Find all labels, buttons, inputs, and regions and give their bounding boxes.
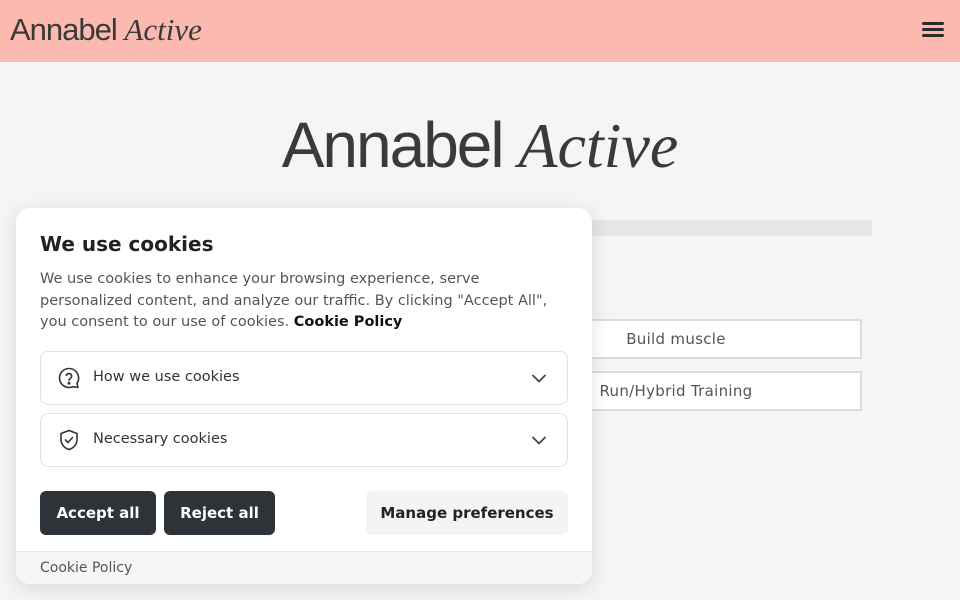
shield-check-icon [60, 429, 78, 451]
chevron-down-icon [532, 374, 546, 383]
footer-cookie-policy-link[interactable]: Cookie Policy [40, 560, 132, 576]
accordion-label: How we use cookies [93, 369, 240, 385]
question-icon [58, 367, 80, 389]
brand-logo[interactable]: Annabel Active [10, 12, 202, 48]
accordion-label: Necessary cookies [93, 431, 228, 447]
cookie-consent-dialog: We use cookies We use cookies to enhance… [16, 208, 592, 584]
reject-all-button[interactable]: Reject all [164, 491, 275, 535]
cookie-dialog-description: We use cookies to enhance your browsing … [40, 269, 570, 334]
accordion-how-we-use-cookies[interactable]: How we use cookies [40, 351, 568, 405]
hero-brand-regular: Annabel [281, 109, 505, 181]
chevron-down-icon [532, 436, 546, 445]
cookie-policy-link[interactable]: Cookie Policy [294, 314, 403, 330]
hero-brand-italic: Active [518, 110, 679, 181]
brand-logo-italic: Active [124, 12, 202, 47]
hamburger-icon[interactable] [922, 22, 944, 40]
accordion-necessary-cookies[interactable]: Necessary cookies [40, 413, 568, 467]
manage-preferences-button[interactable]: Manage preferences [366, 491, 568, 535]
hero-brand-logo: Annabel Active [0, 108, 960, 183]
top-header: Annabel Active [0, 0, 960, 62]
cookie-dialog-title: We use cookies [40, 232, 214, 256]
brand-logo-regular: Annabel [10, 12, 118, 47]
cookie-dialog-footer: Cookie Policy [16, 551, 592, 584]
accept-all-button[interactable]: Accept all [40, 491, 156, 535]
